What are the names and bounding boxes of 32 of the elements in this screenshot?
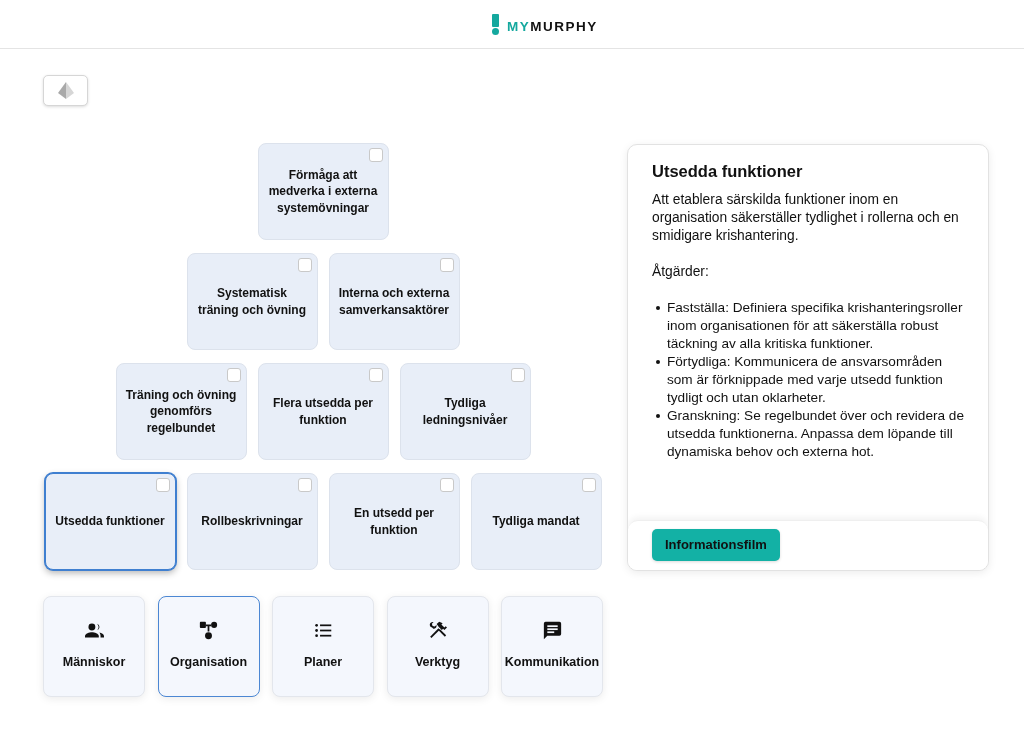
- logo-mark-icon: [492, 13, 500, 35]
- pyramid-icon: [57, 82, 74, 99]
- pyramid-tile[interactable]: Tydliga mandat: [470, 473, 602, 570]
- actions-heading: Åtgärder:: [652, 262, 710, 281]
- category-tile[interactable]: Verktyg: [386, 596, 489, 697]
- category-tile[interactable]: Kommunikation: [501, 596, 603, 697]
- action-item: Fastställa: Definiera specifika krishanteringsroller inom organisationen för att säkerställa robust täckning av alla kritiska funktioner.: [667, 298, 964, 353]
- hierarchy-icon: [199, 621, 218, 641]
- info-film-button[interactable]: Informationsfilm: [652, 529, 780, 561]
- pyramid-tile[interactable]: Tydliga ledningsnivåer: [399, 363, 531, 460]
- bullet-icon: [656, 359, 660, 364]
- category-tile[interactable]: Planer: [272, 596, 374, 697]
- pyramid-tile[interactable]: Förmåga att medverka i externa systemövningar: [257, 143, 389, 240]
- pyramid-tile[interactable]: En utsedd per funktion: [328, 473, 460, 570]
- pyramid-tile[interactable]: Interna och externa samverkansaktörer: [328, 253, 460, 350]
- pyramid-tile[interactable]: Rollbeskrivningar: [186, 473, 318, 570]
- pyramid-tile[interactable]: Systematisk träning och övning: [186, 253, 318, 350]
- panel-title: Utsedda funktioner: [652, 162, 804, 182]
- pyramid-tile[interactable]: Flera utsedda per funktion: [257, 363, 389, 460]
- bullet-icon: [656, 413, 660, 418]
- logo-text: MYMURPHY: [507, 20, 598, 34]
- panel-text: Att etablera särskilda funktioner inom en organisation säkerställer tydlighet i rollerna och en smidigare krishantering.: [652, 190, 960, 245]
- tools-icon: [428, 621, 447, 641]
- pyramid-tile[interactable]: Träning och övning genomförs regelbundet: [115, 363, 247, 460]
- view-toggle-button[interactable]: [43, 75, 88, 106]
- chat-icon: [542, 621, 562, 641]
- action-item: Granskning: Se regelbundet över och revidera de utsedda funktionerna. Anpassa dem löpande till dynamiska behov och externa hot.: [667, 406, 965, 461]
- category-tile[interactable]: Organisation: [157, 596, 260, 697]
- category-tile[interactable]: Människor: [43, 596, 145, 697]
- pyramid-tile[interactable]: Utsedda funktioner: [44, 473, 176, 570]
- action-item: Förtydliga: Kommunicera de ansvarsområden som är förknippade med varje utsedd funktion tydligt och utan oklarheter.: [667, 352, 944, 407]
- bullet-icon: [656, 305, 660, 310]
